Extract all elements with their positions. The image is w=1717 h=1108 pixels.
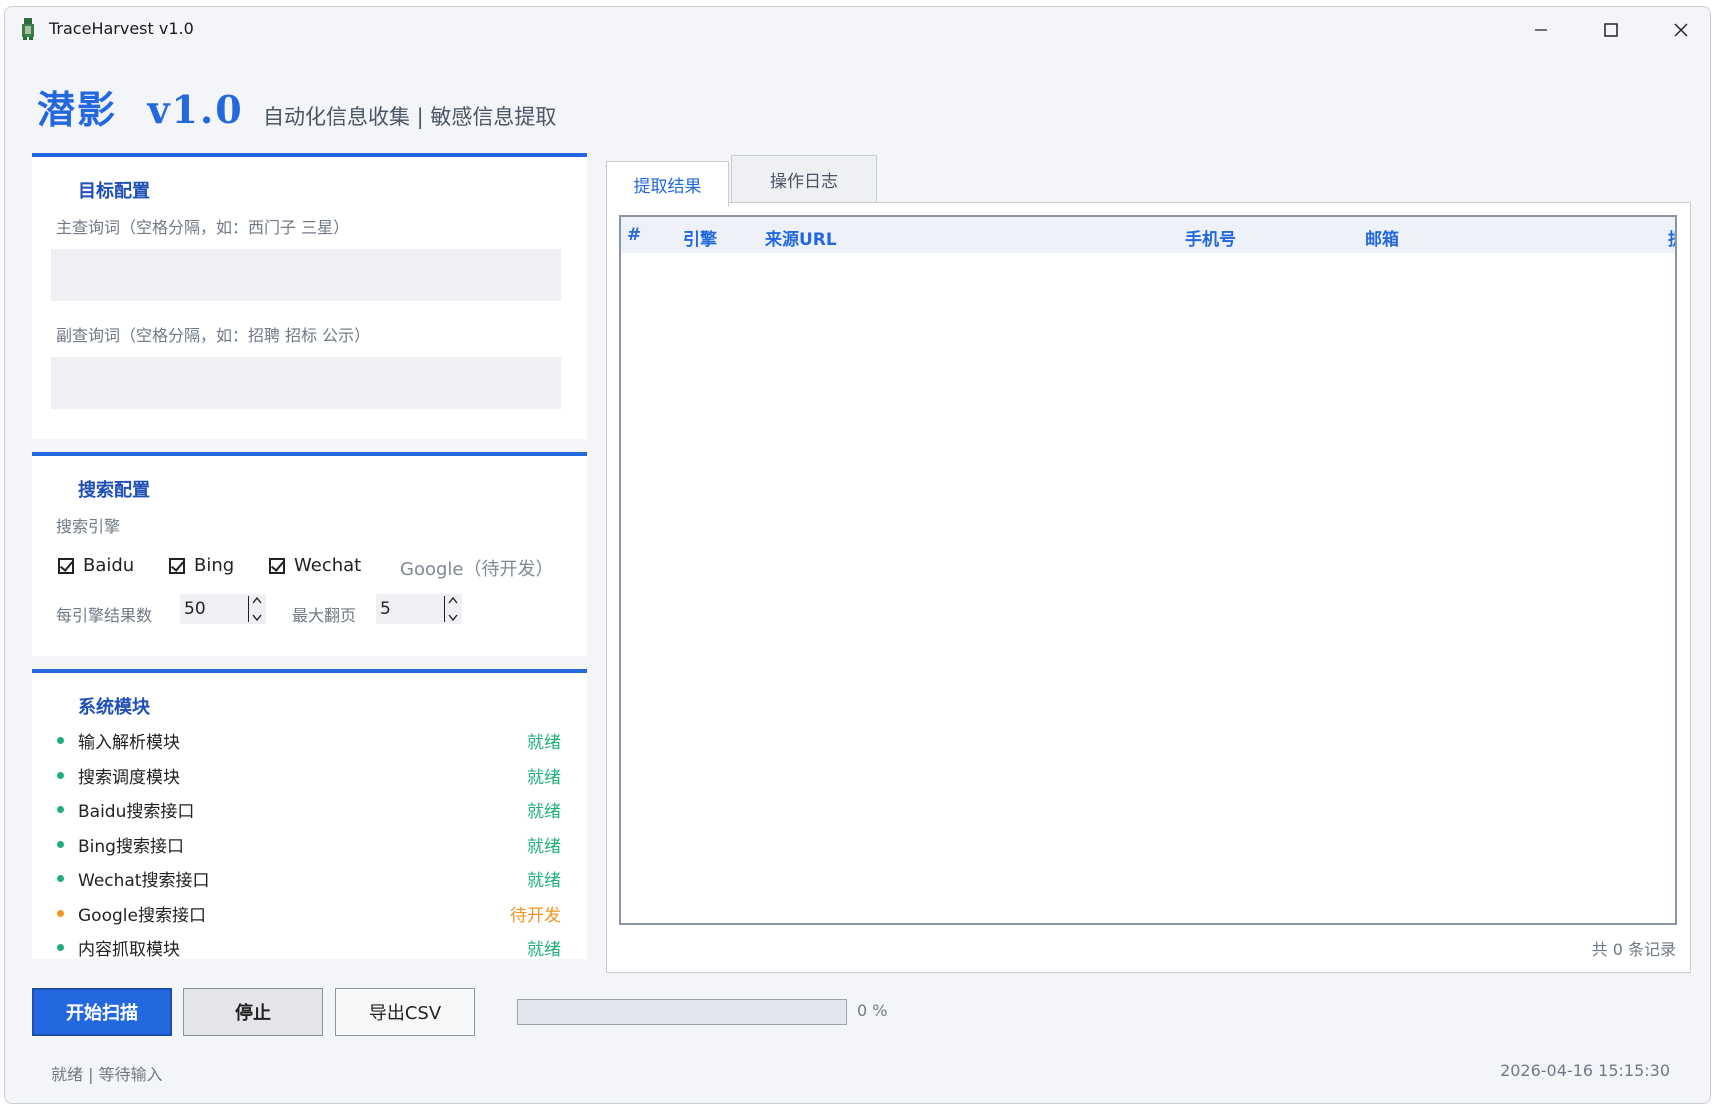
app-logo-icon: [22, 18, 34, 40]
engine-checkbox-wechat[interactable]: Wechat: [269, 555, 361, 576]
module-row: Bing搜索接口 就绪: [32, 829, 587, 864]
module-status: 就绪: [527, 802, 561, 822]
brand-title: 潜影 v1.0: [37, 87, 244, 132]
app-window: TraceHarvest v1.0 潜影 v1.0 自动化信息收集 | 敏感信息…: [4, 6, 1711, 1104]
results-per-engine-value: 50: [184, 599, 206, 619]
module-status: 就绪: [527, 940, 561, 959]
status-dot-icon: [57, 737, 64, 744]
tab-results[interactable]: 提取结果: [606, 161, 729, 207]
max-pages-spinbox[interactable]: 5: [376, 594, 462, 624]
column-header-email[interactable]: 邮箱: [1365, 225, 1399, 250]
checkbox-checked-icon: [269, 557, 285, 574]
results-tab-pane: # 引擎 来源URL 手机号 邮箱 提 共 0 条记录: [606, 202, 1691, 973]
maximize-button[interactable]: [1576, 7, 1646, 53]
module-status: 就绪: [527, 836, 561, 857]
column-header-extra[interactable]: 提: [1668, 225, 1675, 250]
system-modules-panel: 系统模块 输入解析模块 就绪 搜索调度模块 就绪 Baidu搜索接口 就绪 Bing搜索接口…: [32, 669, 587, 959]
status-message: 就绪 | 等待输入: [51, 1065, 163, 1084]
engine-label: Baidu: [83, 555, 135, 576]
sub-query-input[interactable]: [51, 357, 561, 409]
module-list: 输入解析模块 就绪 搜索调度模块 就绪 Baidu搜索接口 就绪 Bing搜索接口 就绪 Wec…: [32, 725, 587, 959]
spin-buttons[interactable]: [444, 596, 460, 622]
module-row: Baidu搜索接口 就绪: [32, 794, 587, 829]
module-status: 待开发: [510, 905, 561, 926]
module-status: 就绪: [527, 733, 561, 753]
minimize-icon: [1535, 29, 1547, 31]
checkbox-checked-icon: [169, 557, 185, 574]
progress-bar: [517, 999, 847, 1025]
module-name: Baidu搜索接口: [78, 802, 195, 822]
module-row: Wechat搜索接口 就绪: [32, 863, 587, 898]
results-per-engine-spinbox[interactable]: 50: [180, 594, 266, 624]
module-name: Wechat搜索接口: [78, 871, 210, 891]
module-name: 输入解析模块: [78, 733, 180, 753]
search-config-title: 搜索配置: [78, 480, 150, 501]
engine-checkbox-baidu[interactable]: Baidu: [58, 555, 134, 576]
module-status: 就绪: [527, 767, 561, 788]
start-scan-button[interactable]: 开始扫描: [32, 988, 172, 1036]
minimize-button[interactable]: [1506, 7, 1576, 53]
system-modules-title: 系统模块: [78, 697, 150, 718]
status-dot-icon: [57, 806, 64, 813]
max-pages-label: 最大翻页: [292, 606, 357, 625]
sub-query-label: 副查询词（空格分隔，如：招聘 招标 公示）: [56, 326, 371, 345]
status-dot-icon: [57, 909, 64, 917]
main-query-label: 主查询词（空格分隔，如：西门子 三星）: [56, 218, 350, 237]
module-row: 输入解析模块 就绪: [32, 725, 587, 760]
engine-label: Bing: [194, 555, 235, 576]
status-dot-icon: [57, 840, 64, 848]
status-dot-icon: [57, 771, 64, 779]
main-query-input[interactable]: [51, 249, 561, 301]
progress-text: 0 %: [857, 1001, 888, 1020]
results-table[interactable]: # 引擎 来源URL 手机号 邮箱 提: [619, 215, 1677, 925]
spin-down-icon[interactable]: [447, 614, 458, 622]
target-config-panel: 目标配置 主查询词（空格分隔，如：西门子 三星） 副查询词（空格分隔，如：招聘 …: [32, 153, 587, 439]
column-header-index[interactable]: #: [627, 225, 641, 245]
module-status: 就绪: [527, 871, 561, 891]
column-header-url[interactable]: 来源URL: [765, 225, 837, 250]
module-name: 搜索调度模块: [78, 767, 180, 788]
close-icon: [1674, 23, 1688, 37]
engines-label: 搜索引擎: [56, 517, 121, 536]
tab-log[interactable]: 操作日志: [731, 155, 877, 203]
table-header: # 引擎 来源URL 手机号 邮箱 提: [621, 217, 1675, 253]
brand-subtitle: 自动化信息收集 | 敏感信息提取: [263, 105, 557, 129]
spin-up-icon[interactable]: [447, 596, 458, 604]
status-dot-icon: [57, 875, 64, 882]
module-name: Google搜索接口: [78, 905, 206, 926]
target-config-title: 目标配置: [78, 181, 150, 202]
spin-buttons[interactable]: [248, 596, 264, 622]
max-pages-value: 5: [380, 599, 391, 619]
search-config-panel: 搜索配置 搜索引擎 Baidu Bing Wechat Google（待开发） …: [32, 452, 587, 656]
window-title: TraceHarvest v1.0: [49, 19, 194, 38]
status-timestamp: 2026-04-16 15:15:30: [1500, 1061, 1670, 1080]
results-per-engine-label: 每引擎结果数: [56, 606, 153, 625]
export-csv-button[interactable]: 导出CSV: [335, 988, 475, 1036]
engine-checkbox-bing[interactable]: Bing: [169, 555, 234, 576]
module-row: 搜索调度模块 就绪: [32, 760, 587, 795]
column-header-engine[interactable]: 引擎: [683, 225, 717, 250]
module-name: 内容抓取模块: [78, 940, 180, 959]
checkbox-checked-icon: [58, 557, 74, 574]
module-row: 内容抓取模块 就绪: [32, 932, 587, 959]
module-row: Google搜索接口 待开发: [32, 898, 587, 933]
title-bar: TraceHarvest v1.0: [5, 7, 1710, 53]
spin-down-icon[interactable]: [251, 614, 262, 622]
stop-button[interactable]: 停止: [183, 988, 323, 1036]
spin-up-icon[interactable]: [251, 596, 262, 604]
engine-label: Wechat: [294, 555, 362, 576]
module-name: Bing搜索接口: [78, 836, 184, 857]
status-dot-icon: [57, 944, 64, 951]
maximize-icon: [1604, 23, 1618, 37]
record-count: 共 0 条记录: [1591, 940, 1676, 959]
column-header-phone[interactable]: 手机号: [1185, 225, 1236, 250]
close-button[interactable]: [1646, 7, 1710, 53]
engine-google-disabled: Google（待开发）: [400, 559, 554, 580]
